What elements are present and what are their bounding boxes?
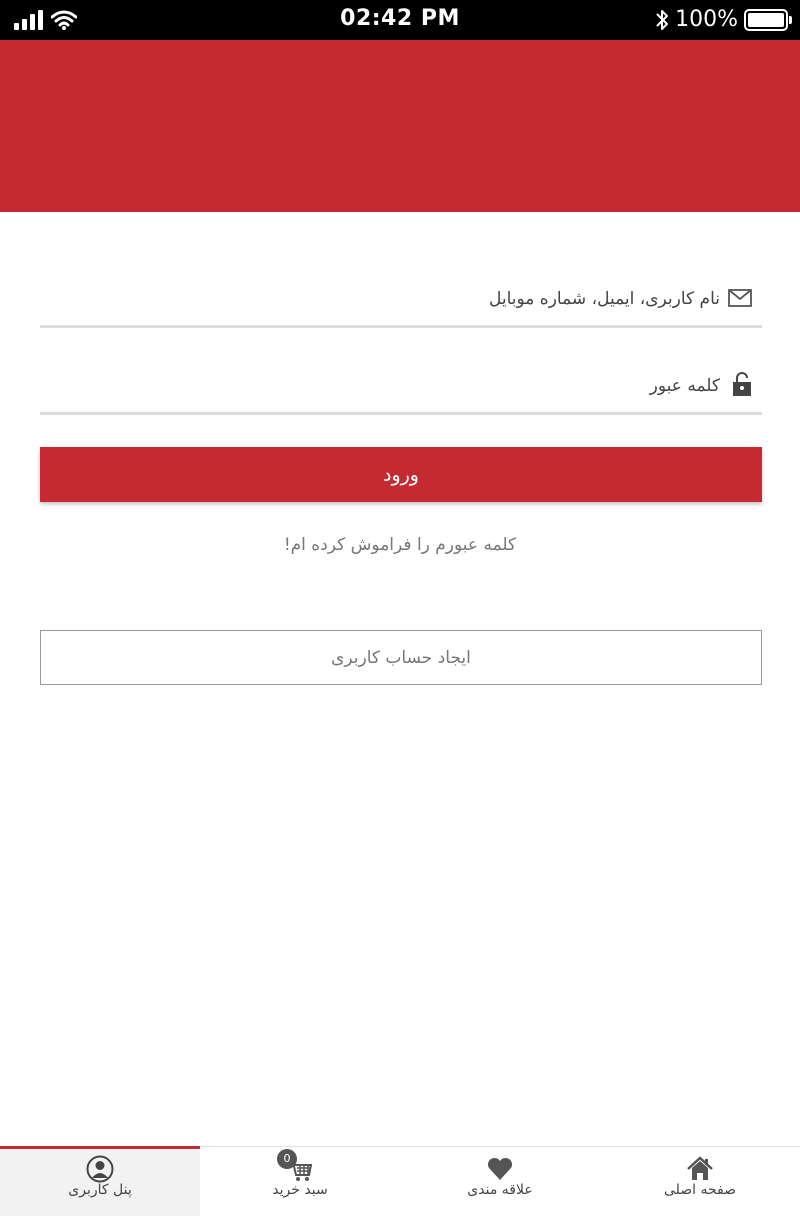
home-icon [687, 1156, 713, 1180]
bottom-nav: پنل کاربری 0 سبد خرید علاقه مندی صفحه اص… [0, 1146, 800, 1216]
status-right: 100% [655, 7, 792, 32]
battery-fill [748, 12, 784, 27]
cart-badge: 0 [277, 1149, 297, 1169]
nav-favorites[interactable]: علاقه مندی [400, 1147, 600, 1216]
nav-label: صفحه اصلی [663, 1182, 737, 1198]
nav-cart[interactable]: 0 سبد خرید [200, 1147, 400, 1216]
app-header [0, 40, 800, 212]
register-button[interactable]: ایجاد حساب کاربری [40, 630, 762, 685]
nav-home[interactable]: صفحه اصلی [600, 1147, 800, 1216]
user-icon [86, 1155, 114, 1183]
bluetooth-icon [656, 9, 669, 30]
lock-icon [733, 372, 751, 396]
nav-label: علاقه مندی [467, 1182, 533, 1198]
login-button[interactable]: ورود [40, 447, 762, 502]
password-placeholder: کلمه عبور [649, 376, 720, 396]
nav-user-panel[interactable]: پنل کاربری [0, 1146, 200, 1216]
nav-label: پنل کاربری [68, 1182, 132, 1198]
username-field[interactable]: نام کاربری، ایمیل، شماره موبایل [40, 268, 762, 328]
nav-label: سبد خرید [272, 1182, 328, 1198]
password-field[interactable]: کلمه عبور [40, 355, 762, 415]
envelope-icon [728, 289, 752, 307]
username-placeholder: نام کاربری، ایمیل، شماره موبایل [489, 289, 720, 309]
forgot-password-link[interactable]: کلمه عبورم را فراموش کرده ام! [0, 535, 800, 555]
status-bar: 02:42 PM 100% [0, 0, 800, 40]
battery-icon [744, 8, 792, 31]
battery-percent: 100% [675, 7, 738, 32]
heart-icon [487, 1157, 513, 1180]
